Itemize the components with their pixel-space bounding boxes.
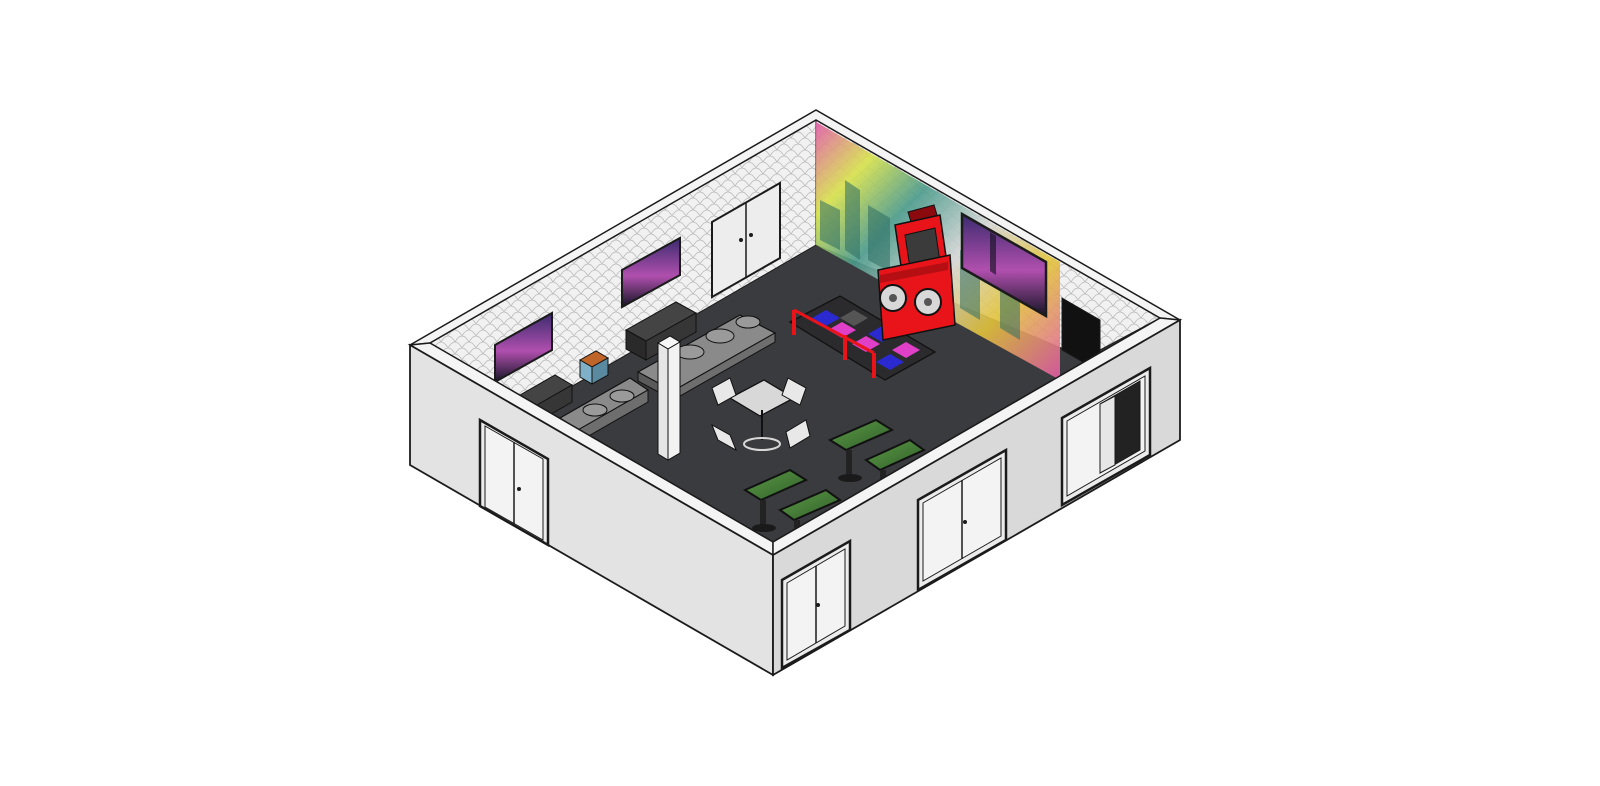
- support-column: [657, 335, 681, 461]
- room-drawing: [407, 109, 1183, 677]
- isometric-room-scene: [0, 0, 1600, 786]
